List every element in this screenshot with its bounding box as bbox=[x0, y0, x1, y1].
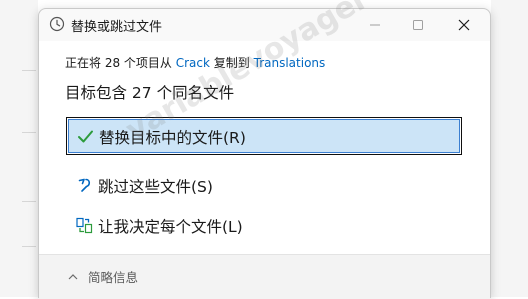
background-window-left bbox=[0, 0, 38, 297]
close-button[interactable] bbox=[441, 9, 487, 41]
undo-arrow-icon bbox=[76, 177, 93, 194]
close-icon bbox=[458, 19, 470, 31]
decide-each-file-option[interactable]: 让我决定每个文件(L) bbox=[66, 207, 460, 243]
less-info-toggle[interactable]: 简略信息 bbox=[67, 267, 138, 286]
background-divider bbox=[22, 70, 36, 71]
replace-files-label: 替换目标中的文件(R) bbox=[99, 129, 246, 147]
window-title: 替换或跳过文件 bbox=[71, 20, 163, 35]
skip-files-option[interactable]: 跳过这些文件(S) bbox=[66, 167, 460, 203]
background-window-right bbox=[491, 0, 528, 297]
clock-icon bbox=[49, 16, 65, 32]
maximize-button[interactable] bbox=[395, 9, 441, 41]
checkmark-icon bbox=[77, 128, 94, 145]
decide-each-file-label: 让我决定每个文件(L) bbox=[98, 218, 243, 236]
dialog-footer: 简略信息 bbox=[39, 254, 490, 299]
less-info-label: 简略信息 bbox=[88, 270, 139, 285]
compare-files-icon bbox=[76, 217, 93, 234]
background-divider bbox=[22, 132, 36, 133]
background-divider bbox=[22, 201, 36, 202]
skip-files-label: 跳过这些文件(S) bbox=[98, 178, 213, 196]
maximize-icon bbox=[413, 20, 423, 30]
copy-status-prefix: 正在将 28 个项目从 bbox=[65, 56, 172, 70]
background-divider bbox=[22, 246, 36, 247]
minimize-icon bbox=[370, 24, 380, 26]
chevron-up-icon bbox=[68, 273, 78, 279]
